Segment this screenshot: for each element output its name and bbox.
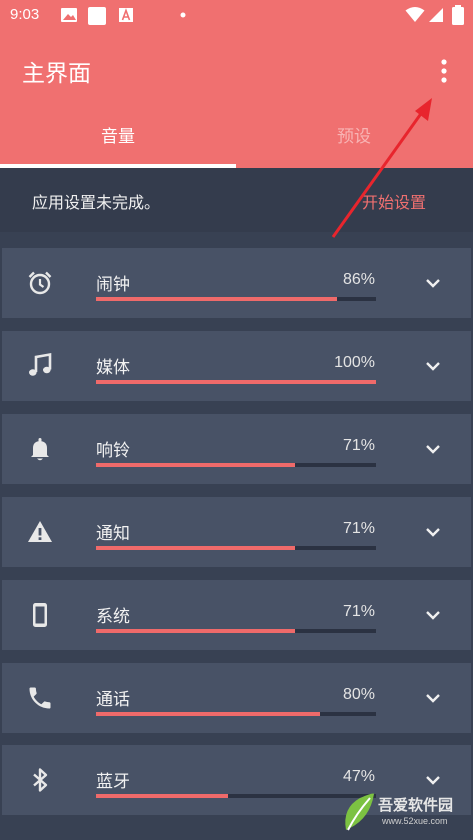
chevron-down-icon[interactable] [423, 273, 443, 293]
chevron-down-icon[interactable] [423, 605, 443, 625]
volume-percent: 86% [342, 271, 375, 288]
volume-slider[interactable] [96, 629, 376, 633]
chevron-down-icon[interactable] [423, 688, 443, 708]
app-notification-icon [88, 7, 106, 25]
wifi-icon [405, 7, 425, 22]
start-setup-button[interactable]: 开始设置 [362, 189, 426, 213]
tab-presets[interactable]: 预设 [236, 110, 472, 168]
warning-icon [28, 521, 52, 542]
watermark-text: 吾爱软件园 [378, 796, 454, 814]
volume-percent: 80% [342, 686, 375, 703]
volume-percent: 71% [342, 520, 375, 537]
volume-label: 蓝牙 [96, 772, 130, 792]
phone-device-icon [33, 603, 47, 627]
status-time: 9:03 [10, 6, 40, 23]
page-title: 主界面 [22, 61, 91, 87]
alarm-icon [28, 271, 52, 295]
bluetooth-icon [33, 768, 48, 792]
volume-slider-fill [96, 794, 228, 798]
volume-label: 通话 [96, 690, 130, 710]
gallery-notification-icon [61, 8, 77, 22]
volume-slider[interactable] [96, 297, 376, 301]
dot-notification-icon [180, 12, 186, 18]
font-notification-icon [119, 8, 133, 22]
status-bar: 9:03 [0, 0, 473, 30]
volume-row-alarm: 闹钟 86% [2, 248, 471, 318]
volume-row-ringer: 响铃 71% [2, 414, 471, 484]
volume-slider-fill [96, 546, 295, 550]
volume-percent: 71% [342, 603, 375, 620]
leaf-logo-icon [345, 793, 374, 831]
volume-row-media: 媒体 100% [2, 331, 471, 401]
tab-bar: 音量 预设 [0, 110, 473, 168]
volume-slider[interactable] [96, 712, 376, 716]
volume-label: 媒体 [96, 358, 130, 378]
volume-slider-fill [96, 297, 337, 301]
volume-percent: 100% [334, 354, 375, 371]
tab-volume[interactable]: 音量 [0, 110, 236, 168]
setup-message: 应用设置未完成。 [32, 193, 161, 212]
volume-label: 通知 [96, 524, 130, 544]
volume-row-system: 系统 71% [2, 580, 471, 650]
volume-row-call: 通话 80% [2, 663, 471, 733]
chevron-down-icon[interactable] [423, 356, 443, 376]
volume-percent: 47% [342, 768, 375, 785]
setup-banner: 应用设置未完成。 开始设置 [0, 168, 473, 232]
volume-slider-fill [96, 380, 376, 384]
chevron-down-icon[interactable] [423, 522, 443, 542]
chevron-down-icon[interactable] [423, 439, 443, 459]
volume-slider-fill [96, 463, 295, 467]
volume-slider[interactable] [96, 463, 376, 467]
more-options-icon[interactable] [436, 58, 452, 84]
volume-label: 响铃 [96, 441, 130, 461]
watermark-url: www.52xue.com [382, 816, 448, 826]
volume-slider-fill [96, 629, 295, 633]
volume-slider[interactable] [96, 546, 376, 550]
music-note-icon [29, 352, 52, 376]
phone-call-icon [29, 687, 51, 709]
volume-slider[interactable] [96, 380, 376, 384]
volume-percent: 71% [342, 437, 375, 454]
chevron-down-icon[interactable] [423, 770, 443, 790]
signal-icon [429, 8, 443, 22]
bell-icon [31, 438, 49, 461]
battery-icon [452, 5, 464, 25]
volume-slider[interactable] [96, 794, 376, 798]
app-bar: 主界面 音量 预设 [0, 30, 473, 168]
volume-slider-fill [96, 712, 320, 716]
volume-row-notification: 通知 71% [2, 497, 471, 567]
watermark-logo: 吾爱软件园 www.52xue.com [340, 790, 470, 836]
volume-label: 系统 [96, 607, 130, 627]
volume-label: 闹钟 [96, 275, 130, 295]
